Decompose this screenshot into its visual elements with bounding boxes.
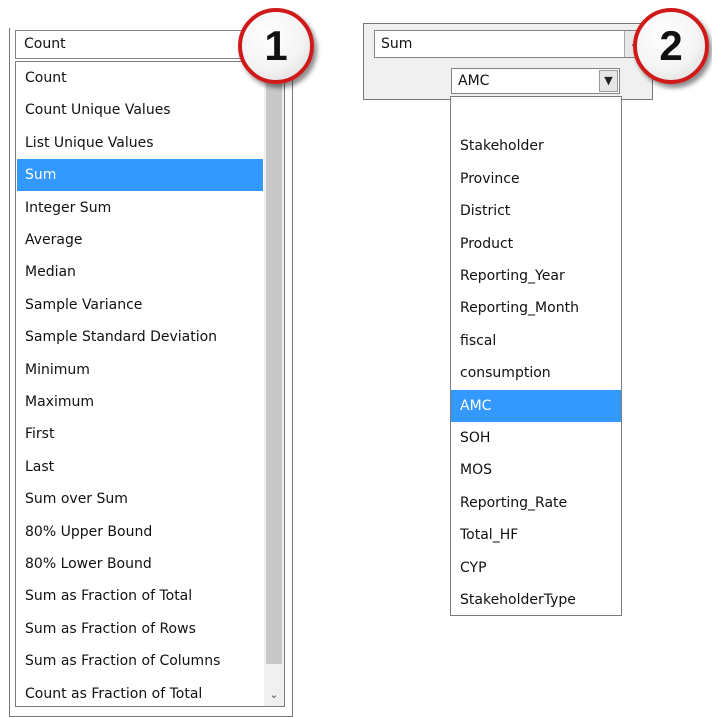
dropdown-scrollbar[interactable]: ⌄	[264, 62, 284, 706]
dropdown-option[interactable]: CYP	[451, 552, 621, 584]
dropdown-option[interactable]: fiscal	[451, 325, 621, 357]
dropdown-option[interactable]: Average	[17, 224, 263, 256]
dropdown-option[interactable]: Total_HF	[451, 519, 621, 551]
dropdown-option[interactable]: Integer Sum	[17, 192, 263, 224]
dropdown-option[interactable]: Reporting_Rate	[451, 487, 621, 519]
aggregator-select-2[interactable]: Sum ⌄	[374, 30, 644, 58]
dropdown-option[interactable]: Sum as Fraction of Total	[17, 580, 263, 612]
dropdown-option[interactable]: First	[17, 418, 263, 450]
dropdown-option[interactable]: Count as Fraction of Total	[17, 678, 263, 706]
dropdown-option[interactable]: Sum as Fraction of Rows	[17, 613, 263, 645]
scrollbar-thumb[interactable]	[266, 64, 282, 664]
dropdown-option[interactable]: Last	[17, 451, 263, 483]
chevron-down-icon[interactable]: ▼	[599, 70, 618, 92]
dropdown-option[interactable]: Minimum	[17, 354, 263, 386]
dropdown-option[interactable]: 80% Lower Bound	[17, 548, 263, 580]
dropdown-option[interactable]: Reporting_Year	[451, 260, 621, 292]
dropdown-option[interactable]: Stakeholder	[451, 130, 621, 162]
aggregator-dropdown-list[interactable]: ⌄ Count Count Unique Values List Unique Va…	[15, 61, 285, 707]
callout-badge-2: 2	[633, 8, 709, 84]
dropdown-option[interactable]: Sum over Sum	[17, 483, 263, 515]
dropdown-option[interactable]: Province	[451, 163, 621, 195]
dropdown-option[interactable]: Count Unique Values	[17, 94, 263, 126]
aggregator-select-2-value: Sum	[381, 36, 413, 52]
chevron-down-icon[interactable]: ⌄	[264, 686, 284, 704]
attribute-select-value: AMC	[458, 73, 490, 89]
dropdown-option[interactable]: Maximum	[17, 386, 263, 418]
dropdown-option[interactable]: District	[451, 195, 621, 227]
dropdown-option[interactable]: Count	[17, 62, 263, 94]
attribute-dropdown-list[interactable]: Stakeholder Province District Product Report…	[450, 96, 622, 616]
dropdown-option[interactable]: Product	[451, 228, 621, 260]
aggregator-select-value: Count	[24, 36, 66, 52]
dropdown-option[interactable]: Reporting_Month	[451, 292, 621, 324]
dropdown-option[interactable]	[451, 98, 621, 130]
dropdown-option[interactable]: StakeholderType	[451, 584, 621, 615]
dropdown-option[interactable]: Median	[17, 256, 263, 288]
dropdown-option[interactable]: Sum	[17, 159, 263, 192]
dropdown-option[interactable]: MOS	[451, 454, 621, 486]
callout-badge-1: 1	[238, 8, 314, 84]
dropdown-option[interactable]: consumption	[451, 357, 621, 389]
dropdown-option[interactable]: Sample Standard Deviation	[17, 321, 263, 353]
dropdown-option[interactable]: Sample Variance	[17, 289, 263, 321]
dropdown-option[interactable]: 80% Upper Bound	[17, 516, 263, 548]
dropdown-option[interactable]: Sum as Fraction of Columns	[17, 645, 263, 677]
attribute-select[interactable]: AMC ▼	[451, 68, 620, 94]
dropdown-option[interactable]: AMC	[451, 389, 621, 422]
dropdown-option[interactable]: SOH	[451, 422, 621, 454]
dropdown-option[interactable]: List Unique Values	[17, 127, 263, 159]
